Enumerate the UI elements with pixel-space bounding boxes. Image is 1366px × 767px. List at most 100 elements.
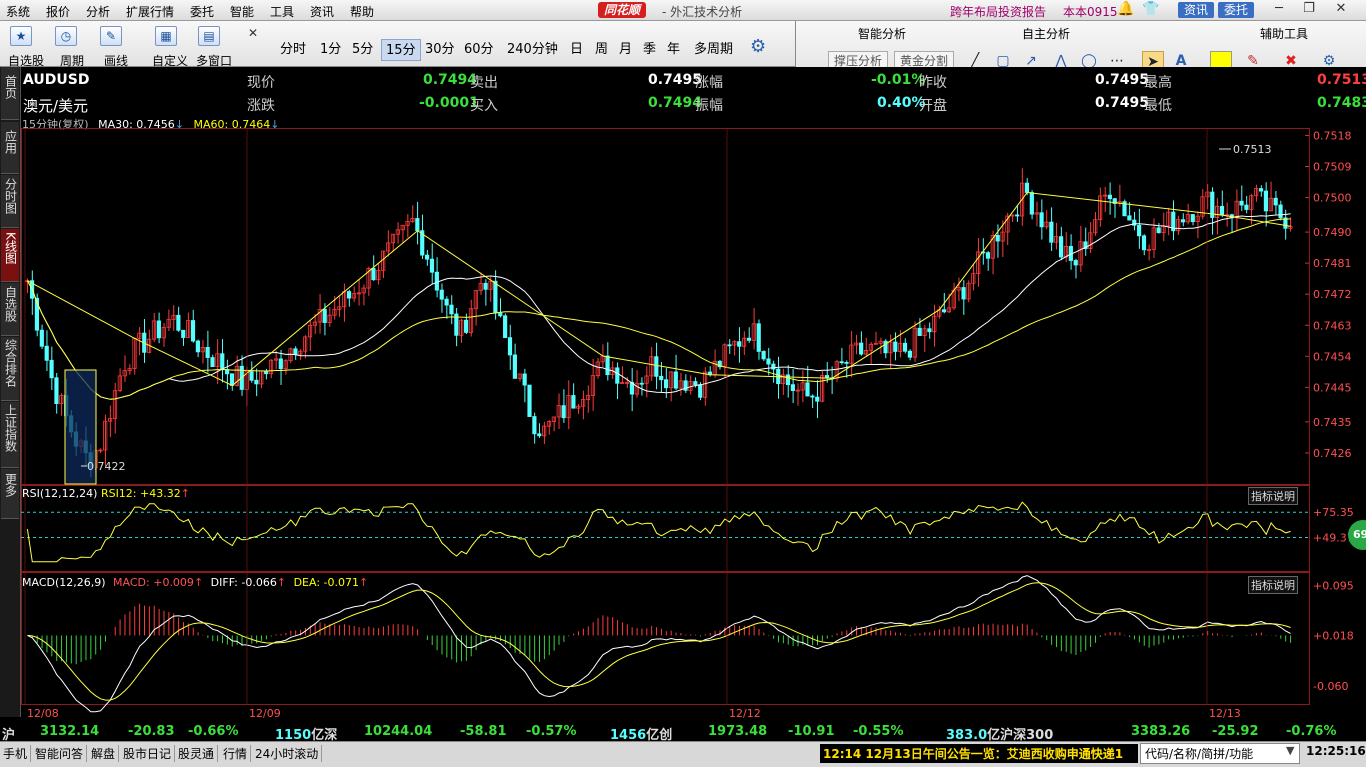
period-30min[interactable]: 30分 (421, 39, 459, 61)
period-clock-icon[interactable]: ◷ (55, 26, 77, 46)
candle-body (1190, 214, 1195, 222)
bottom-tab-market[interactable]: 行情 (220, 745, 252, 762)
restore-icon[interactable]: ❐ (1298, 2, 1320, 18)
price-axis-label: 0.7490 (1313, 226, 1352, 239)
code-search-input[interactable]: 代码/名称/简拼/功能 (1140, 743, 1300, 764)
date-label: 12/08 (27, 707, 59, 720)
custom-icon[interactable]: ▦ (155, 26, 177, 46)
menu-system[interactable]: 系统 (6, 3, 30, 20)
tab-more[interactable]: 更多 (1, 469, 19, 519)
value-high: 0.7513 (1317, 72, 1366, 88)
bottom-tab-tips[interactable]: 股灵通 (175, 745, 219, 762)
gear-icon[interactable]: ⚙ (750, 36, 766, 57)
trade-dropdown-button[interactable]: 委托 (1218, 2, 1255, 18)
candle-body (205, 346, 210, 358)
candle-body (673, 371, 678, 389)
candle-body (195, 340, 200, 353)
news-button[interactable]: 资讯 (1178, 2, 1215, 18)
low-marker-label: 0.7422 (87, 460, 126, 473)
favorites-icon[interactable]: ★ (10, 26, 32, 46)
value-prev-close: 0.7495 (1095, 72, 1150, 88)
period-day[interactable]: 日 (566, 39, 587, 61)
minimize-icon[interactable]: ─ (1268, 2, 1290, 18)
candle-body (790, 384, 795, 391)
candle-body (844, 362, 849, 364)
period-quarter[interactable]: 季 (639, 39, 660, 61)
menu-trade[interactable]: 委托 (190, 3, 214, 20)
news-ticker[interactable]: 12:14 12月13日午间公告一览：艾迪西收购申通快递1 (820, 744, 1138, 763)
period-60min[interactable]: 60分 (460, 39, 498, 61)
period-1min[interactable]: 1分 (316, 39, 345, 61)
tab-home-label: 首页 (3, 75, 18, 99)
price-axis-label: 0.7445 (1313, 381, 1352, 394)
period-240min[interactable]: 240分钟 (503, 39, 562, 61)
candle-body (512, 354, 517, 379)
candle-body (1073, 260, 1078, 266)
bottom-tab-qa[interactable]: 智能问答 (32, 745, 88, 762)
candle-body (615, 367, 620, 384)
multiwindow-icon[interactable]: ▤ (198, 26, 220, 46)
tab-watchlist[interactable]: 自选股 (1, 283, 19, 336)
rsi-value: RSI12: +43.32 (100, 487, 181, 500)
tab-apps[interactable]: 应用 (1, 122, 19, 174)
price-axis-label: 0.7518 (1313, 129, 1352, 142)
ticker-hs300-change: -25.92 (1212, 724, 1259, 739)
tab-sh-index[interactable]: 上证指数 (1, 402, 19, 468)
candle-body (434, 271, 439, 291)
symbol-name: 澳元/美元 (23, 97, 89, 115)
tab-timeshare-label: 分时图 (3, 178, 18, 214)
draw-line-icon[interactable]: ✎ (100, 26, 122, 46)
candle-body (995, 235, 1000, 242)
price-axis-label: 0.7472 (1313, 288, 1352, 301)
shirt-icon[interactable]: 👕 (1142, 1, 1159, 17)
close-icon[interactable]: ✕ (1330, 2, 1352, 18)
bottom-tab-24h[interactable]: 24小时滚动 (252, 745, 323, 762)
period-15min[interactable]: 15分 (381, 39, 421, 61)
search-dropdown-icon[interactable]: ▼ (1286, 744, 1294, 757)
menu-analysis[interactable]: 分析 (86, 3, 110, 20)
date-label: 12/09 (249, 707, 281, 720)
bottom-tab-diary[interactable]: 股市日记 (120, 745, 176, 762)
period-multi[interactable]: 多周期 (690, 39, 737, 61)
bell-icon[interactable]: 🔔 (1117, 1, 1134, 17)
period-timeshare[interactable]: 分时 (276, 39, 310, 61)
collapse-icon[interactable]: ✕ (248, 26, 258, 40)
tab-timeshare[interactable]: 分时图 (1, 175, 19, 228)
candle-body (220, 353, 225, 370)
promo-link[interactable]: 跨年布局投资报告 (950, 3, 1046, 20)
bottom-tab-mobile[interactable]: 手机 (0, 745, 32, 762)
tab-ranking[interactable]: 综合排名 (1, 337, 19, 401)
menu-quote[interactable]: 报价 (46, 3, 70, 20)
menu-extended[interactable]: 扩展行情 (126, 3, 174, 20)
period-month[interactable]: 月 (615, 39, 636, 61)
candle-body (902, 342, 908, 352)
candle-body (859, 342, 864, 355)
bottom-tab-unlock[interactable]: 解盘 (88, 745, 120, 762)
candle-body (893, 341, 898, 352)
value-change-pct: -0.01% (871, 72, 926, 88)
candle-body (654, 356, 659, 377)
menu-news[interactable]: 资讯 (310, 3, 334, 20)
tab-kline[interactable]: K线图 (1, 229, 19, 282)
label-price: 现价 (247, 75, 275, 91)
kline-chart[interactable]: 0.7518 0.7509 0.7500 0.7490 0.7481 0.7472 0.74… (21, 128, 1366, 723)
menu-smart[interactable]: 智能 (230, 3, 254, 20)
menu-help[interactable]: 帮助 (350, 3, 374, 20)
tab-watchlist-label: 自选股 (3, 286, 18, 322)
macd-help-button[interactable]: 指标说明 (1248, 576, 1298, 594)
period-5min[interactable]: 5分 (348, 39, 377, 61)
menu-tools[interactable]: 工具 (270, 3, 294, 20)
period-week[interactable]: 周 (591, 39, 612, 61)
candle-body (659, 375, 664, 381)
candle-body (1049, 221, 1054, 243)
candle-body (1273, 197, 1278, 206)
date-label: 12/13 (1209, 707, 1241, 720)
tab-home[interactable]: 首页 (1, 67, 19, 120)
diff-up-arrow-icon: ↑ (276, 576, 287, 589)
dea-line (27, 582, 1291, 701)
macd-panel-frame (21, 572, 1310, 705)
rsi-axis-label: +75.35 (1313, 506, 1354, 519)
rsi-help-button[interactable]: 指标说明 (1248, 487, 1298, 505)
price-axis-label: 0.7509 (1313, 161, 1352, 174)
period-year[interactable]: 年 (663, 39, 684, 61)
